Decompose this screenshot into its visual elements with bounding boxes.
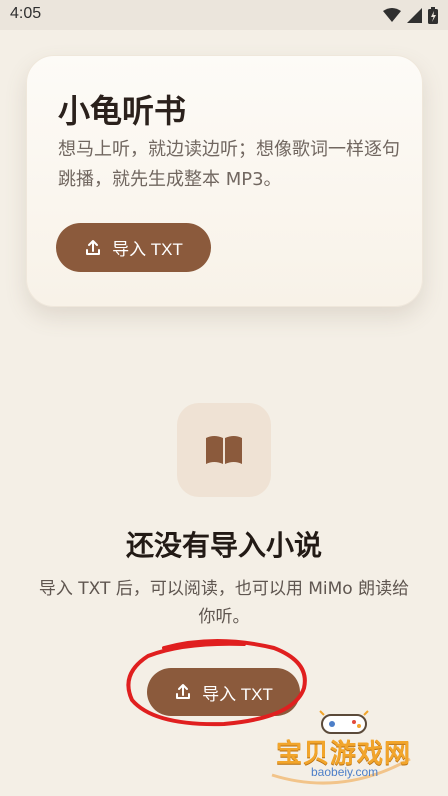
status-time: 4:05 [10, 5, 42, 22]
upload-icon [176, 684, 191, 699]
battery-icon [428, 7, 438, 24]
import-txt-label: 导入 TXT [112, 240, 183, 259]
empty-state-description: 导入 TXT 后，可以阅读，也可以用 MiMo 朗读给你听。 [38, 579, 410, 627]
hero-card: 小龟听书 想马上听，就边读边听；想像歌词一样逐句跳播，就先生成整本 MP3。 导… [26, 55, 423, 307]
status-icons [383, 7, 438, 24]
watermark: 宝贝游戏网 baobeiy.com [262, 705, 422, 790]
signal-icon [407, 8, 422, 23]
empty-state-title: 还没有导入小说 [125, 529, 322, 562]
import-txt-button[interactable]: 导入 TXT [56, 223, 211, 272]
book-icon [206, 436, 242, 464]
app-screen: 4:05 小龟听书 想马上听，就边读边听；想像歌词一样逐句跳播，就先生成整本 M… [0, 0, 448, 796]
app-title: 小龟听书 [58, 92, 187, 130]
upload-icon [86, 239, 101, 255]
watermark-url: baobeiy.com [311, 765, 379, 779]
app-description: 想马上听，就边读边听；想像歌词一样逐句跳播，就先生成整本 MP3。 [58, 139, 400, 190]
empty-state-import-label: 导入 TXT [202, 684, 273, 704]
status-bar: 4:05 [0, 0, 448, 30]
wifi-icon [383, 8, 401, 22]
empty-state-icon-tile [177, 403, 271, 497]
